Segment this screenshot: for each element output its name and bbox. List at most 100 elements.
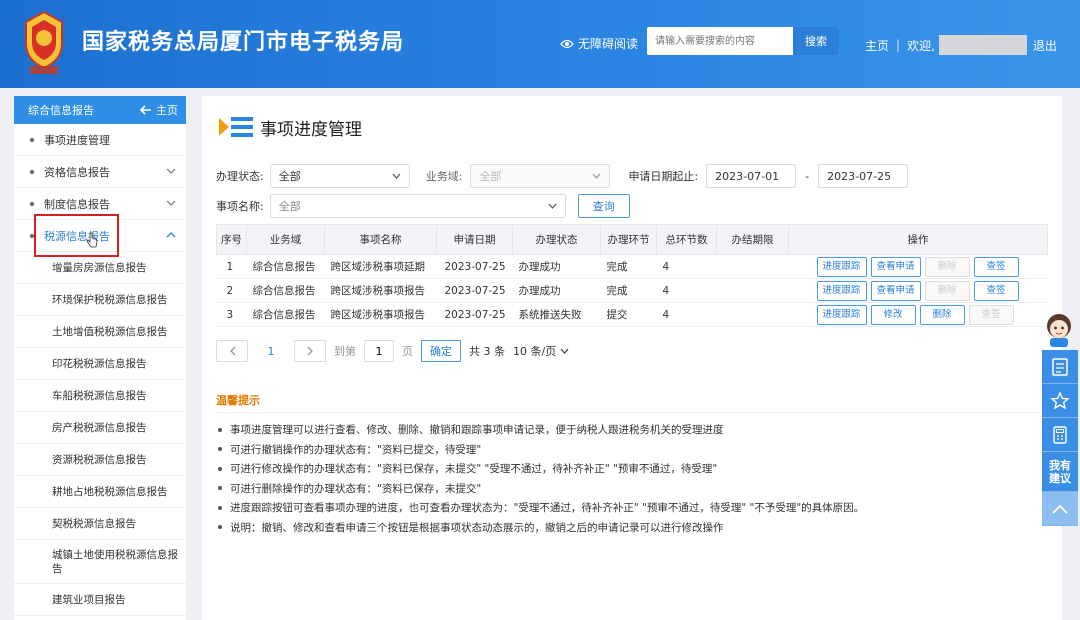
- assistant-avatar-icon[interactable]: [1041, 310, 1077, 348]
- sidebar-home-link[interactable]: 主页: [140, 102, 178, 118]
- status-select[interactable]: 全部: [269, 164, 410, 188]
- floating-toolbar: 我有建议: [1042, 350, 1078, 526]
- sidebar-subitem[interactable]: 增量房房源信息报告: [14, 252, 186, 284]
- delete-button[interactable]: 删除: [924, 280, 970, 301]
- cell-stage: 完成: [600, 278, 657, 303]
- page-size-value: 10 条/页: [513, 345, 557, 358]
- cell-ops: 进度跟踪 查看申请 删除 查签: [788, 278, 1048, 303]
- suggest-label: 我有建议: [1049, 458, 1071, 485]
- sidebar-item-progress[interactable]: 事项进度管理: [14, 124, 186, 156]
- cell-total: 4: [656, 302, 717, 327]
- item-name-select[interactable]: 全部: [269, 194, 566, 218]
- goto-confirm-button[interactable]: 确定: [421, 340, 461, 362]
- sidebar-subitem[interactable]: 房产税税源信息报告: [14, 412, 186, 444]
- cell-no: 2: [216, 278, 247, 303]
- chevron-down-icon: [592, 173, 601, 179]
- sidebar-header: 综合信息报告 主页: [14, 96, 186, 124]
- sidebar-subitem[interactable]: 建筑业项目报告: [14, 584, 186, 616]
- page-size-select[interactable]: 10 条/页: [513, 343, 569, 359]
- column-header: 总环节数: [656, 224, 717, 255]
- column-header: 序号: [216, 224, 247, 255]
- sidebar-item-qualification[interactable]: 资格信息报告: [14, 156, 186, 188]
- cell-status: 办理成功: [512, 254, 601, 279]
- cell-stage: 提交: [600, 302, 657, 327]
- accessibility-link[interactable]: 无障碍阅读: [560, 35, 638, 52]
- cell-ops: 进度跟踪 查看申请 删除 查签: [788, 254, 1048, 279]
- view-application-button[interactable]: 查看申请: [870, 280, 921, 301]
- cell-name: 跨区域涉税事项报告: [324, 278, 437, 303]
- status-filter-label: 办理状态:: [216, 170, 264, 183]
- sidebar-subitem[interactable]: 环境保护税税源信息报告: [14, 284, 186, 316]
- back-arrow-icon: [140, 105, 151, 115]
- cell-name: 跨区域涉税事项报告: [324, 302, 437, 327]
- cell-domain: 综合信息报告: [246, 302, 325, 327]
- column-header: 业务域: [246, 224, 325, 255]
- sidebar-subitem[interactable]: 印花税税源信息报告: [14, 348, 186, 380]
- bullet-icon: [30, 233, 34, 238]
- pagination: 1 到第 页 确定 共 3 条 10 条/页: [216, 340, 569, 362]
- modify-button[interactable]: 修改: [870, 304, 916, 325]
- tip-item: 事项进度管理可以进行查看、修改、删除、撤销和跟踪事项申请记录，便于纳税人跟进税务…: [218, 420, 864, 440]
- top-header: 国家税务总局厦门市电子税务局 无障碍阅读 搜索 主页 | 欢迎, 退出: [0, 0, 1080, 88]
- sidebar-subitem[interactable]: 耕地占地税税源信息报告: [14, 476, 186, 508]
- prev-page-button[interactable]: [216, 340, 248, 362]
- float-calculator-button[interactable]: [1042, 418, 1078, 452]
- table-header-row: 序号 业务域 事项名称 申请日期 办理状态 办理环节 总环节数 办结期限 操作: [216, 224, 1048, 255]
- next-page-button[interactable]: [294, 340, 326, 362]
- cell-deadline: [716, 254, 789, 279]
- cell-no: 3: [216, 302, 247, 327]
- column-header: 操作: [788, 224, 1048, 255]
- bullet-icon: [30, 201, 34, 206]
- scroll-top-button[interactable]: [1042, 492, 1078, 526]
- tip-item: 进度跟踪按钮可查看事项办理的进度，也可查看办理状态为："受理不通过，待补齐补正"…: [218, 498, 864, 518]
- chevron-down-icon: [560, 348, 569, 354]
- search-button[interactable]: 搜索: [793, 27, 839, 55]
- cell-status: 办理成功: [512, 278, 601, 303]
- track-progress-button[interactable]: 进度跟踪: [816, 280, 867, 301]
- item-name-filter-label: 事项名称:: [216, 200, 264, 213]
- chevron-right-icon: [307, 346, 313, 356]
- view-application-button[interactable]: 查看申请: [870, 256, 921, 277]
- current-page[interactable]: 1: [256, 345, 286, 358]
- query-button[interactable]: 查询: [577, 194, 630, 218]
- divider: [216, 412, 1048, 413]
- goto-page-input[interactable]: [364, 340, 394, 362]
- domain-select[interactable]: 全部: [470, 164, 611, 188]
- check-sign-button[interactable]: 查签: [973, 256, 1019, 277]
- cell-total: 4: [656, 278, 717, 303]
- cell-date: 2023-07-25: [436, 302, 513, 327]
- track-progress-button[interactable]: 进度跟踪: [816, 304, 867, 325]
- domain-filter-label: 业务域:: [425, 170, 463, 183]
- column-header: 办结期限: [716, 224, 789, 255]
- float-service-button[interactable]: [1042, 350, 1078, 384]
- home-link[interactable]: 主页: [865, 37, 889, 54]
- float-favorite-button[interactable]: [1042, 384, 1078, 418]
- sidebar-subitem[interactable]: 契税税源信息报告: [14, 508, 186, 540]
- eye-icon: [560, 39, 574, 48]
- column-header: 申请日期: [436, 224, 513, 255]
- sidebar-subitem[interactable]: 车船税税源信息报告: [14, 380, 186, 412]
- delete-button[interactable]: 删除: [924, 256, 970, 277]
- total-count: 共 3 条: [469, 345, 505, 358]
- date-range-separator: -: [805, 169, 810, 183]
- chevron-down-icon: [166, 168, 176, 174]
- chevron-up-icon: [1052, 504, 1068, 514]
- sidebar-item-tax-source[interactable]: 税源信息报告: [14, 220, 186, 252]
- track-progress-button[interactable]: 进度跟踪: [816, 256, 867, 277]
- list-title-icon: [219, 117, 253, 137]
- float-suggest-button[interactable]: 我有建议: [1042, 452, 1078, 492]
- search-input[interactable]: [647, 27, 793, 55]
- sidebar-item-label: 事项进度管理: [44, 133, 110, 147]
- date-from-input[interactable]: 2023-07-01: [706, 164, 797, 188]
- date-to-input[interactable]: 2023-07-25: [818, 164, 909, 188]
- check-sign-button[interactable]: 查签: [973, 280, 1019, 301]
- sidebar: 综合信息报告 主页 事项进度管理 资格信息报告 制度信息报告 税源信息报告 增量…: [14, 96, 186, 620]
- sidebar-item-system[interactable]: 制度信息报告: [14, 188, 186, 220]
- check-sign-button[interactable]: 查签: [968, 304, 1014, 325]
- cell-domain: 综合信息报告: [246, 254, 325, 279]
- logout-link[interactable]: 退出: [1033, 37, 1057, 54]
- sidebar-subitem[interactable]: 资源税税源信息报告: [14, 444, 186, 476]
- sidebar-subitem[interactable]: 土地增值税税源信息报告: [14, 316, 186, 348]
- delete-button[interactable]: 删除: [919, 304, 965, 325]
- sidebar-subitem[interactable]: 城镇土地使用税税源信息报告: [14, 540, 186, 584]
